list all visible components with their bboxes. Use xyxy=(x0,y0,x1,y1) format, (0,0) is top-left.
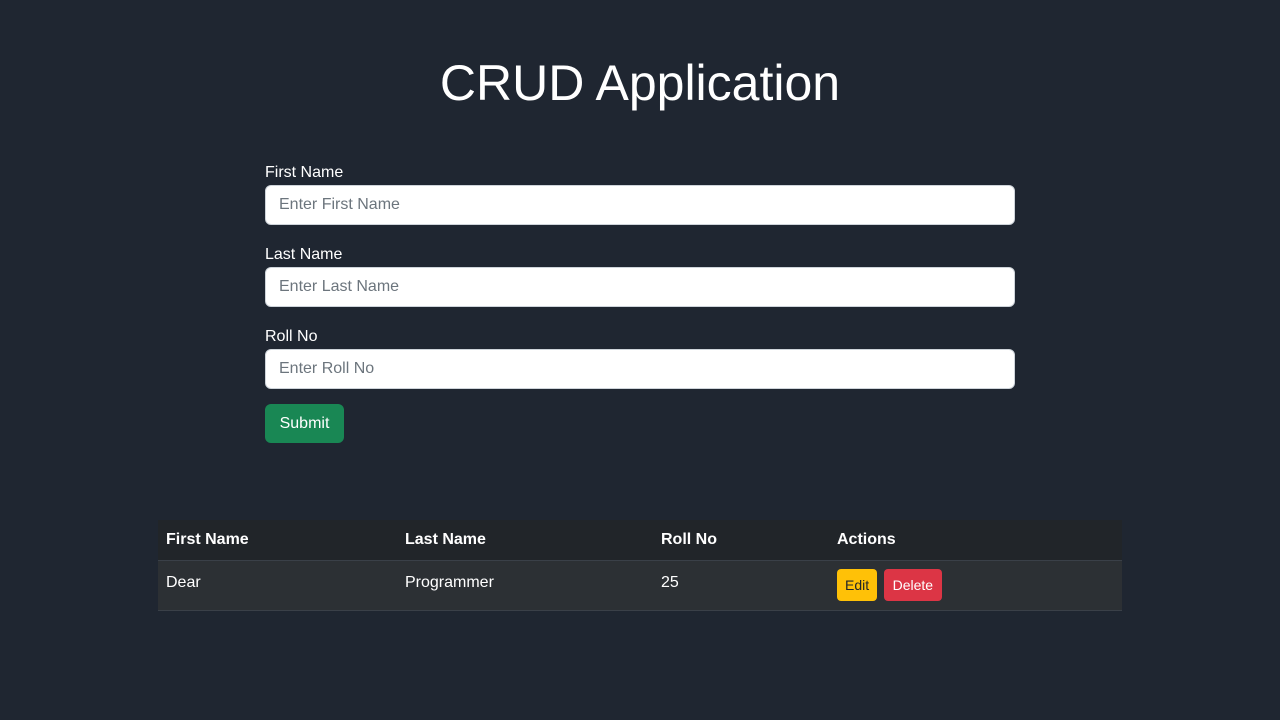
page-title: CRUD Application xyxy=(439,55,841,111)
cell-last-name: Programmer xyxy=(397,560,653,611)
roll-no-input[interactable] xyxy=(265,349,1015,389)
header-first-name: First Name xyxy=(158,520,397,561)
last-name-field: Last Name xyxy=(265,245,1015,311)
table-header-row: First Name Last Name Roll No Actions xyxy=(158,520,1122,561)
cell-first-name: Dear xyxy=(158,560,397,611)
last-name-label: Last Name xyxy=(265,246,343,263)
header-actions: Actions xyxy=(829,520,1122,561)
table-row: Dear Programmer 25 Edit Delete xyxy=(158,560,1122,611)
cell-actions: Edit Delete xyxy=(829,560,1122,611)
first-name-label: First Name xyxy=(265,164,344,181)
first-name-input[interactable] xyxy=(265,185,1015,225)
delete-button[interactable]: Delete xyxy=(883,569,943,601)
header-roll-no: Roll No xyxy=(653,520,829,561)
roll-no-field: Roll No xyxy=(265,327,1015,393)
roll-no-label: Roll No xyxy=(265,328,318,345)
student-form: First Name Last Name Roll No Submit xyxy=(265,163,1015,443)
students-table-container: First Name Last Name Roll No Actions Dea… xyxy=(158,520,1122,611)
students-table: First Name Last Name Roll No Actions Dea… xyxy=(158,520,1122,611)
page: CRUD Application First Name Last Name Ro… xyxy=(0,0,1280,720)
first-name-field: First Name xyxy=(265,163,1015,229)
edit-button[interactable]: Edit xyxy=(837,569,878,601)
last-name-input[interactable] xyxy=(265,267,1015,307)
cell-roll-no: 25 xyxy=(653,560,829,611)
header-last-name: Last Name xyxy=(397,520,653,561)
submit-button[interactable]: Submit xyxy=(265,404,344,443)
